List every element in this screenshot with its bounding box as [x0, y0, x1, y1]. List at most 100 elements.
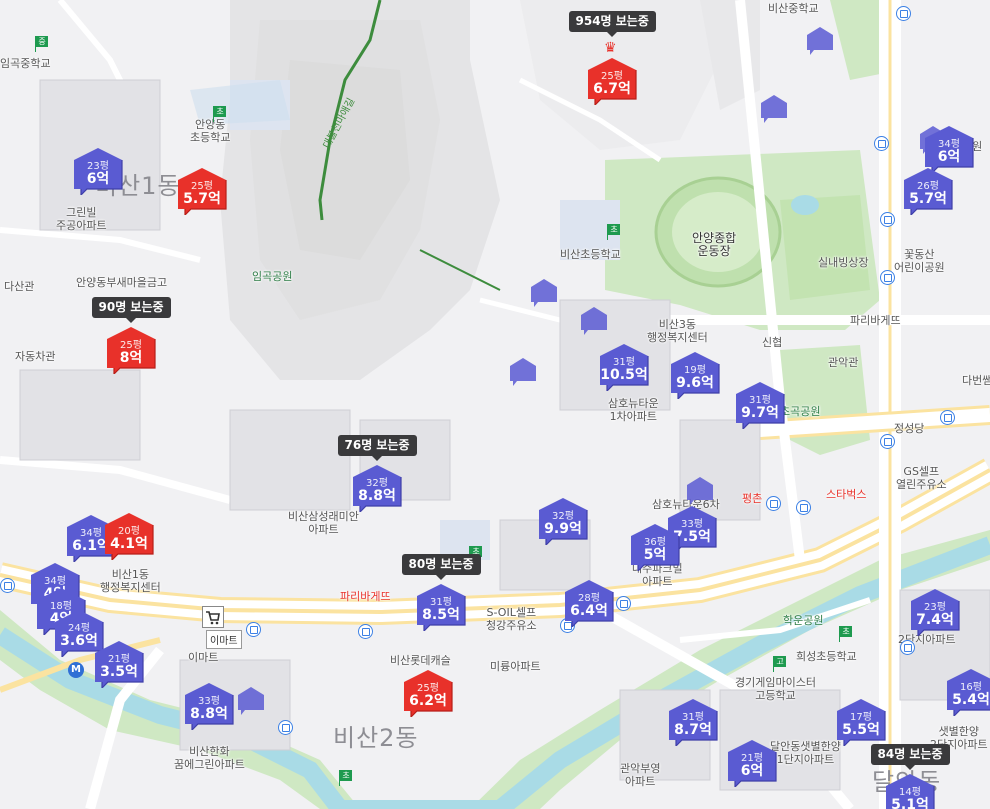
- bus-stop-icon[interactable]: [246, 622, 261, 637]
- bus-stop-icon[interactable]: [874, 136, 889, 151]
- bus-stop-icon[interactable]: [0, 578, 15, 593]
- listing-price: 6억: [86, 171, 110, 187]
- place-label[interactable]: 꽃동산 어린이공원: [894, 248, 945, 274]
- listing-pin[interactable]: 16평 5.4억: [946, 668, 990, 716]
- crown-icon: ♛: [604, 40, 617, 56]
- place-label[interactable]: 비산초등학교: [560, 248, 621, 261]
- listing-pin[interactable]: 19평 9.6억: [670, 351, 720, 399]
- listing-price: 6.2억: [409, 693, 447, 709]
- emart-label[interactable]: 이마트: [206, 630, 242, 649]
- place-label[interactable]: 안양종합 운동장: [692, 232, 736, 258]
- place-label[interactable]: 비산한화 꿈에그린아파트: [174, 745, 245, 771]
- house-marker-icon[interactable]: [686, 476, 713, 505]
- house-marker-icon[interactable]: [509, 357, 536, 386]
- bus-stop-icon[interactable]: [880, 434, 895, 449]
- listing-price: 9.6억: [676, 375, 714, 391]
- place-label[interactable]: GS셀프 열린주유소: [896, 465, 947, 491]
- place-label[interactable]: 스타벅스: [826, 488, 866, 501]
- listing-pin[interactable]: 14평 5.1억: [885, 773, 935, 809]
- listing-pin[interactable]: 32평 8.8억: [352, 464, 402, 512]
- listing-pin[interactable]: 25평 6.7억: [587, 57, 637, 105]
- listing-pin[interactable]: 28평 6.4억: [564, 579, 614, 627]
- place-label[interactable]: 다산관: [4, 280, 34, 293]
- listing-pin[interactable]: 25평 6.2억: [403, 669, 453, 717]
- place-label[interactable]: 자동차관: [15, 350, 55, 363]
- shopping-cart-icon[interactable]: [202, 606, 224, 628]
- place-label[interactable]: 관악관: [828, 356, 858, 369]
- listing-price: 6.4억: [570, 603, 608, 619]
- viewers-tooltip: 80명 보는중: [401, 554, 481, 580]
- place-label[interactable]: 파리바게뜨: [340, 590, 391, 603]
- place-label[interactable]: 달안동샛별한양 1단지아파트: [770, 740, 841, 766]
- bus-stop-icon[interactable]: [766, 496, 781, 511]
- listing-pin[interactable]: 23평 6억: [73, 147, 123, 195]
- place-label[interactable]: 삼호뉴타운 1차아파트: [608, 397, 659, 423]
- listing-pin[interactable]: 21평 6억: [727, 739, 777, 787]
- place-label[interactable]: 파리바게뜨: [850, 314, 901, 327]
- listing-pin[interactable]: 32평 9.9억: [538, 497, 588, 545]
- place-label[interactable]: 이마트: [188, 651, 218, 664]
- place-label[interactable]: 그린빌 주공아파트: [56, 206, 107, 232]
- bus-stop-icon[interactable]: [880, 212, 895, 227]
- place-label[interactable]: 관악부영 아파트: [620, 762, 660, 788]
- place-label[interactable]: 비산중학교: [768, 2, 819, 15]
- place-label[interactable]: 정성당: [894, 422, 924, 435]
- listing-pin[interactable]: 34평 6억: [924, 125, 974, 173]
- place-label[interactable]: 평촌: [742, 492, 762, 505]
- place-label[interactable]: 안양동부새마을금고: [76, 276, 167, 289]
- house-marker-icon[interactable]: [580, 306, 607, 335]
- place-label[interactable]: 신협: [762, 336, 782, 349]
- listing-price: 4.1억: [110, 536, 148, 552]
- place-label[interactable]: 미륭아파트: [490, 660, 541, 673]
- bus-stop-icon[interactable]: [616, 596, 631, 611]
- bus-stop-icon[interactable]: [900, 640, 915, 655]
- listing-pin[interactable]: 31평 10.5억: [599, 343, 649, 391]
- viewers-tooltip: 90명 보는중: [91, 297, 171, 323]
- place-label[interactable]: S-OIL셀프 청강주유소: [486, 606, 537, 632]
- place-label[interactable]: 희성초등학교: [796, 650, 857, 663]
- listing-pin[interactable]: 21평 3.5억: [94, 640, 144, 688]
- listing-price: 5.7억: [909, 191, 947, 207]
- listing-pin[interactable]: 25평 5.7억: [177, 167, 227, 215]
- real-estate-map[interactable]: 비산1동 비산2동 달안동 대불천마애길 임곡중학교 안양동 초등학교 그린빌 …: [0, 0, 990, 809]
- place-label[interactable]: 실내빙상장: [818, 256, 869, 269]
- viewers-tooltip: 954명 보는중: [568, 11, 656, 37]
- place-label[interactable]: 비산삼성래미안 아파트: [288, 510, 359, 536]
- bus-stop-icon[interactable]: [896, 6, 911, 21]
- listing-pin[interactable]: 17평 5.5억: [836, 698, 886, 746]
- listing-pin[interactable]: 36평 5억: [630, 523, 680, 571]
- place-label[interactable]: 초곡공원: [780, 405, 820, 418]
- place-label[interactable]: 학운공원: [783, 614, 823, 627]
- subway-icon[interactable]: M: [68, 662, 84, 678]
- listing-pin[interactable]: 31평 8.5억: [416, 583, 466, 631]
- place-label[interactable]: 임곡중학교: [0, 57, 51, 70]
- house-marker-icon[interactable]: [760, 94, 787, 123]
- listing-pin[interactable]: 20평 4.1억: [104, 512, 154, 560]
- place-label[interactable]: 비산롯데캐슬: [390, 654, 451, 667]
- listing-price: 5.1억: [891, 797, 929, 809]
- place-label[interactable]: 다번쌤: [962, 374, 990, 387]
- listing-pin[interactable]: 25평 8억: [106, 326, 156, 374]
- house-marker-icon[interactable]: [237, 686, 264, 715]
- house-marker-icon[interactable]: [806, 26, 833, 55]
- place-label[interactable]: 경기게임마이스터 고등학교: [735, 676, 816, 702]
- listing-price: 9.7억: [741, 405, 779, 421]
- elementary-school-icon: 초: [338, 770, 352, 786]
- place-label[interactable]: 비산3동 행정복지센터: [647, 318, 708, 344]
- bus-stop-icon[interactable]: [358, 624, 373, 639]
- map-base-layer: [0, 0, 990, 809]
- bus-stop-icon[interactable]: [278, 720, 293, 735]
- bus-stop-icon[interactable]: [796, 500, 811, 515]
- bus-stop-icon[interactable]: [940, 410, 955, 425]
- house-marker-icon[interactable]: [530, 278, 557, 307]
- place-label[interactable]: 비산1동 행정복지센터: [100, 568, 161, 594]
- listing-pin[interactable]: 31평 9.7억: [735, 381, 785, 429]
- listing-pin[interactable]: 23평 7.4억: [910, 588, 960, 636]
- listing-price: 8억: [119, 350, 143, 366]
- bus-stop-icon[interactable]: [880, 270, 895, 285]
- place-label[interactable]: 임곡공원: [252, 270, 292, 283]
- listing-pin[interactable]: 26평 5.7억: [903, 167, 953, 215]
- listing-price: 3.5억: [100, 664, 138, 680]
- listing-pin[interactable]: 33평 8.8억: [184, 682, 234, 730]
- listing-pin[interactable]: 31평 8.7억: [668, 698, 718, 746]
